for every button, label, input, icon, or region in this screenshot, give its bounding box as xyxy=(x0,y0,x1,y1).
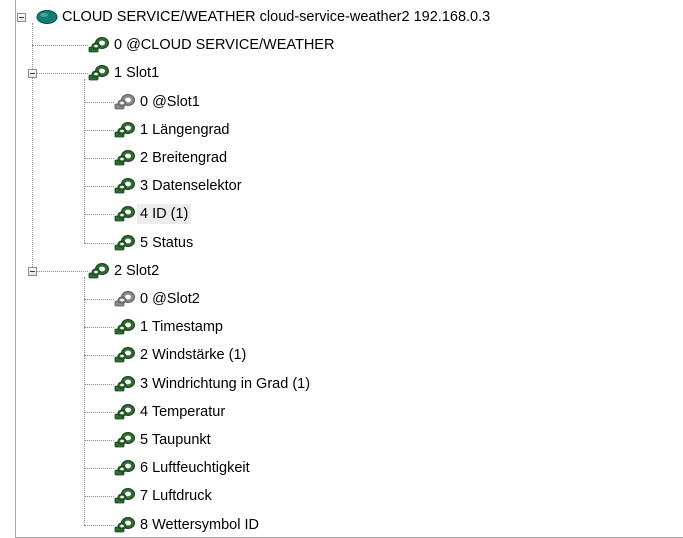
connector-icon-gray xyxy=(114,93,136,111)
tree-connector-line xyxy=(84,496,114,498)
tree-connector-line xyxy=(84,468,114,470)
connector-icon-green xyxy=(114,234,136,252)
tree-connector-line xyxy=(84,242,114,244)
connector-icon-green xyxy=(114,149,136,167)
tree-connector-line xyxy=(84,129,114,131)
cloud-icon xyxy=(36,8,58,26)
connector-icon-green xyxy=(88,262,110,280)
tree-connector-line xyxy=(84,355,114,357)
connector-icon-green xyxy=(114,487,136,505)
connector-icon-green xyxy=(114,318,136,336)
tree-node-label[interactable]: 4 ID (1) xyxy=(137,204,192,225)
tree-node-label[interactable]: 6 Luftfeuchtigkeit xyxy=(137,458,253,478)
tree-node-label[interactable]: 2 Windstärke (1) xyxy=(137,345,249,365)
tree-node-label[interactable]: 1 Längengrad xyxy=(137,120,233,140)
tree-node-label[interactable]: 3 Windrichtung in Grad (1) xyxy=(137,374,313,394)
tree-node-label[interactable]: 5 Status xyxy=(137,233,196,253)
connector-icon-green xyxy=(114,403,136,421)
connector-icon-green xyxy=(88,64,110,82)
collapse-toggle[interactable] xyxy=(28,69,37,79)
tree-node-label[interactable]: 0 @Slot1 xyxy=(137,92,203,112)
tree-connector-line xyxy=(84,158,114,159)
tree-node-label[interactable]: 2 Slot2 xyxy=(111,261,162,281)
connector-icon-green xyxy=(114,431,136,449)
connector-icon-green xyxy=(88,36,110,54)
tree-connector-line xyxy=(84,101,114,103)
connector-icon-green xyxy=(114,375,136,393)
tree-connector-line xyxy=(32,270,88,272)
tree-node-label[interactable]: 0 @Slot2 xyxy=(137,289,203,309)
connector-icon-gray xyxy=(114,290,136,308)
tree-node-label[interactable]: 1 Timestamp xyxy=(137,317,226,337)
tree-node-label[interactable]: 3 Datenselektor xyxy=(137,176,245,196)
connector-icon-green xyxy=(114,459,136,477)
tree-node-label[interactable]: 4 Temperatur xyxy=(137,402,228,422)
tree-node-label[interactable]: 2 Breitengrad xyxy=(137,148,230,168)
connector-icon-green xyxy=(114,205,136,223)
connector-icon-green xyxy=(114,346,136,364)
tree-connector-line xyxy=(84,214,114,216)
tree-connector-line xyxy=(32,73,88,75)
tree-connector-line xyxy=(84,524,114,526)
tree-node-label[interactable]: 7 Luftdruck xyxy=(137,486,215,506)
tree-connector-line xyxy=(84,299,114,300)
connector-icon-green xyxy=(114,121,136,139)
tree-connector-line xyxy=(84,186,114,188)
tree-connector-line xyxy=(84,327,114,329)
tree-node-label[interactable]: 5 Taupunkt xyxy=(137,430,214,450)
connector-icon-green xyxy=(114,516,136,534)
tree-connector-line xyxy=(84,276,85,525)
tree-node-label[interactable]: 8 Wettersymbol ID xyxy=(137,515,262,535)
tree-root-label[interactable]: CLOUD SERVICE/WEATHER cloud-service-weat… xyxy=(59,7,493,27)
tree-connector-line xyxy=(84,440,114,441)
tree-connector-line xyxy=(84,79,85,243)
collapse-toggle[interactable] xyxy=(17,13,26,22)
tree-connector-line xyxy=(32,45,88,47)
tree-connector-line xyxy=(32,23,33,271)
collapse-toggle[interactable] xyxy=(28,266,37,276)
tree-connector-line xyxy=(84,383,114,385)
tree-node-label[interactable]: 1 Slot1 xyxy=(111,63,162,83)
connector-icon-green xyxy=(114,177,136,195)
tree-node-label[interactable]: 0 @CLOUD SERVICE/WEATHER xyxy=(111,35,337,55)
tree-connector-line xyxy=(84,411,114,413)
tree-view[interactable]: CLOUD SERVICE/WEATHER cloud-service-weat… xyxy=(15,0,683,538)
